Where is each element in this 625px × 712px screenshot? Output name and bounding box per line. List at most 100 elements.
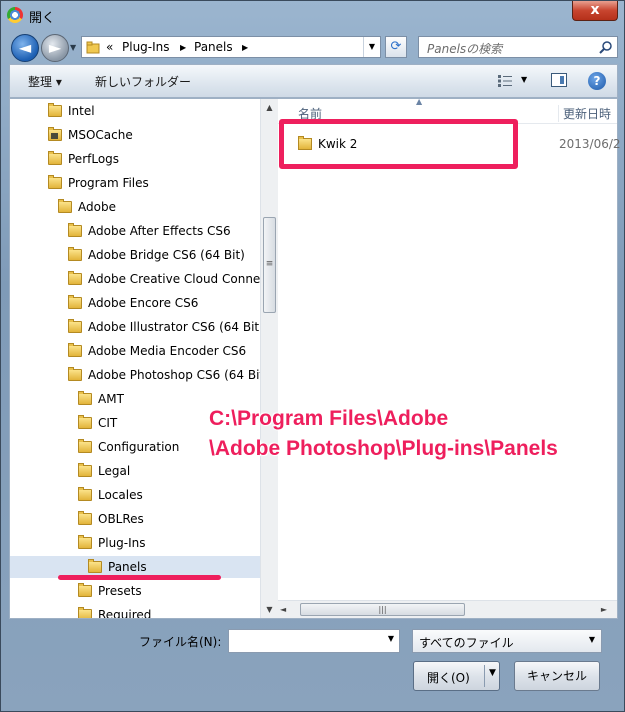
breadcrumb-prefix[interactable]: « — [106, 40, 113, 54]
split-divider — [484, 665, 485, 687]
scroll-thumb[interactable]: ||| — [300, 603, 465, 616]
tree-item-label: Legal — [98, 464, 131, 478]
annotation-line-1: C:\Program Files\Adobe — [209, 407, 449, 430]
scroll-down-icon[interactable]: ▼ — [261, 601, 278, 618]
tree-item[interactable]: Presets — [78, 580, 142, 602]
tree-item-label: Presets — [98, 584, 142, 598]
recent-pages-dropdown-icon[interactable]: ▼ — [70, 43, 76, 52]
tree-item[interactable]: OBLRes — [78, 508, 144, 530]
tree-item[interactable]: Intel — [48, 100, 95, 122]
scroll-thumb[interactable]: ≡ — [263, 217, 276, 313]
column-date-header[interactable]: 更新日時 — [558, 105, 611, 122]
close-button[interactable]: x — [572, 1, 618, 21]
tree-item[interactable]: AMT — [78, 388, 124, 410]
tree-item-label: Adobe — [78, 200, 116, 214]
breadcrumb-separator-icon[interactable]: ▶ — [242, 43, 248, 52]
tree-item[interactable]: Adobe Creative Cloud Connection — [68, 268, 278, 290]
folder-icon — [48, 151, 62, 165]
tree-item[interactable]: Adobe Photoshop CS6 (64 Bit) — [68, 364, 269, 386]
tree-item[interactable]: Required — [78, 604, 151, 618]
filename-input[interactable]: ▼ — [228, 629, 400, 653]
folder-icon — [88, 559, 102, 573]
address-bar[interactable]: « Plug-Ins ▶ Panels ▶ ▼ — [81, 36, 381, 58]
tree-item[interactable]: Adobe Illustrator CS6 (64 Bit) — [68, 316, 264, 338]
tree-item[interactable]: PerfLogs — [48, 148, 119, 170]
search-icon[interactable] — [599, 40, 613, 54]
tree-item-label: Adobe After Effects CS6 — [88, 224, 231, 238]
file-list[interactable]: 名前 ▲ 更新日時 Kwik 2 2013/06/2 ◄ ||| ► — [278, 97, 621, 618]
folder-icon — [68, 223, 82, 237]
tree-item[interactable]: Adobe — [58, 196, 116, 218]
folder-icon — [78, 535, 92, 549]
back-button[interactable]: ◄ — [11, 34, 39, 62]
new-folder-button[interactable]: 新しいフォルダー — [95, 73, 191, 90]
horizontal-scrollbar[interactable]: ◄ ||| ► — [278, 600, 617, 618]
tree-item[interactable]: CIT — [78, 412, 117, 434]
tree-item-label: AMT — [98, 392, 124, 406]
tree-item[interactable]: Configuration — [78, 436, 179, 458]
tree-item[interactable]: Locales — [78, 484, 143, 506]
search-box[interactable]: Panelsの検索 — [418, 36, 618, 58]
folder-icon — [48, 175, 62, 189]
tree-item[interactable]: Legal — [78, 460, 130, 482]
breadcrumb-separator-icon[interactable]: ▶ — [180, 43, 186, 52]
search-placeholder[interactable]: Panelsの検索 — [427, 40, 502, 57]
locked-folder-icon — [48, 127, 62, 141]
view-details-icon[interactable] — [498, 75, 512, 87]
folder-icon — [78, 391, 92, 405]
highlight-annotation-box — [279, 119, 518, 169]
filename-dropdown-icon[interactable]: ▼ — [388, 634, 394, 643]
folder-icon — [68, 271, 82, 285]
preview-pane-icon[interactable] — [551, 73, 567, 87]
scroll-left-icon[interactable]: ◄ — [280, 601, 286, 618]
file-type-dropdown-icon[interactable]: ▼ — [589, 635, 595, 644]
folder-icon — [68, 319, 82, 333]
tree-item[interactable]: Adobe Encore CS6 — [68, 292, 198, 314]
file-type-value[interactable]: すべてのファイル — [419, 634, 514, 651]
tree-item-label: Adobe Photoshop CS6 (64 Bit) — [88, 368, 269, 382]
folder-icon — [78, 415, 92, 429]
tree-item[interactable]: Adobe Bridge CS6 (64 Bit) — [68, 244, 245, 266]
filename-label: ファイル名(N): — [139, 635, 222, 649]
path-annotation: C:\Program Files\Adobe \Adobe Photoshop\… — [209, 404, 558, 464]
title-bar[interactable]: 開く x — [1, 1, 624, 29]
annotation-line-2: \Adobe Photoshop\Plug-ins\Panels — [209, 437, 558, 460]
open-button-label[interactable]: 開く(O) — [427, 669, 470, 686]
folder-icon — [78, 583, 92, 597]
folder-icon — [78, 511, 92, 525]
view-dropdown-icon[interactable]: ▼ — [521, 75, 527, 84]
tree-item-label: Required — [98, 608, 152, 618]
window-title: 開く — [29, 11, 56, 26]
file-type-select[interactable]: すべてのファイル ▼ — [412, 629, 602, 653]
tree-item-label: Adobe Encore CS6 — [88, 296, 199, 310]
scroll-up-icon[interactable]: ▲ — [261, 99, 278, 116]
tree-item-label: Program Files — [68, 176, 149, 190]
tree-item-label: Configuration — [98, 440, 180, 454]
tree-item-label: Locales — [98, 488, 143, 502]
tree-vertical-scrollbar[interactable]: ▲ ≡ ▼ — [260, 99, 278, 618]
forward-button[interactable]: ► — [41, 34, 69, 62]
tree-item[interactable]: Adobe Media Encoder CS6 — [68, 340, 246, 362]
address-dropdown-icon[interactable]: ▼ — [363, 37, 380, 57]
tree-item-label: OBLRes — [98, 512, 144, 526]
breadcrumb-panels[interactable]: Panels — [194, 40, 233, 54]
tree-item[interactable]: Plug-Ins — [78, 532, 146, 554]
folder-icon — [86, 41, 100, 54]
cancel-button[interactable]: キャンセル — [514, 661, 600, 691]
tree-item-label: PerfLogs — [68, 152, 120, 166]
refresh-button[interactable]: ⟳ — [385, 36, 407, 58]
folder-tree[interactable]: Intel MSOCache PerfLogs Program Files Adobe A… — [10, 99, 278, 618]
browser-area: Intel MSOCache PerfLogs Program Files Adobe A… — [9, 97, 621, 619]
folder-icon — [68, 247, 82, 261]
help-icon[interactable]: ? — [588, 72, 606, 90]
command-toolbar: 整理 ▾ 新しいフォルダー ▼ ? — [9, 64, 618, 98]
breadcrumb-plug-ins[interactable]: Plug-Ins — [122, 40, 170, 54]
tree-item[interactable]: Adobe After Effects CS6 — [68, 220, 231, 242]
organize-button[interactable]: 整理 ▾ — [28, 73, 62, 90]
tree-item[interactable]: MSOCache — [48, 124, 133, 146]
tree-item[interactable]: Program Files — [48, 172, 149, 194]
tree-item-label: MSOCache — [68, 128, 133, 142]
open-dropdown-icon[interactable]: ▼ — [489, 668, 496, 678]
scroll-right-icon[interactable]: ► — [601, 601, 607, 618]
open-button[interactable]: 開く(O) ▼ — [413, 661, 500, 691]
